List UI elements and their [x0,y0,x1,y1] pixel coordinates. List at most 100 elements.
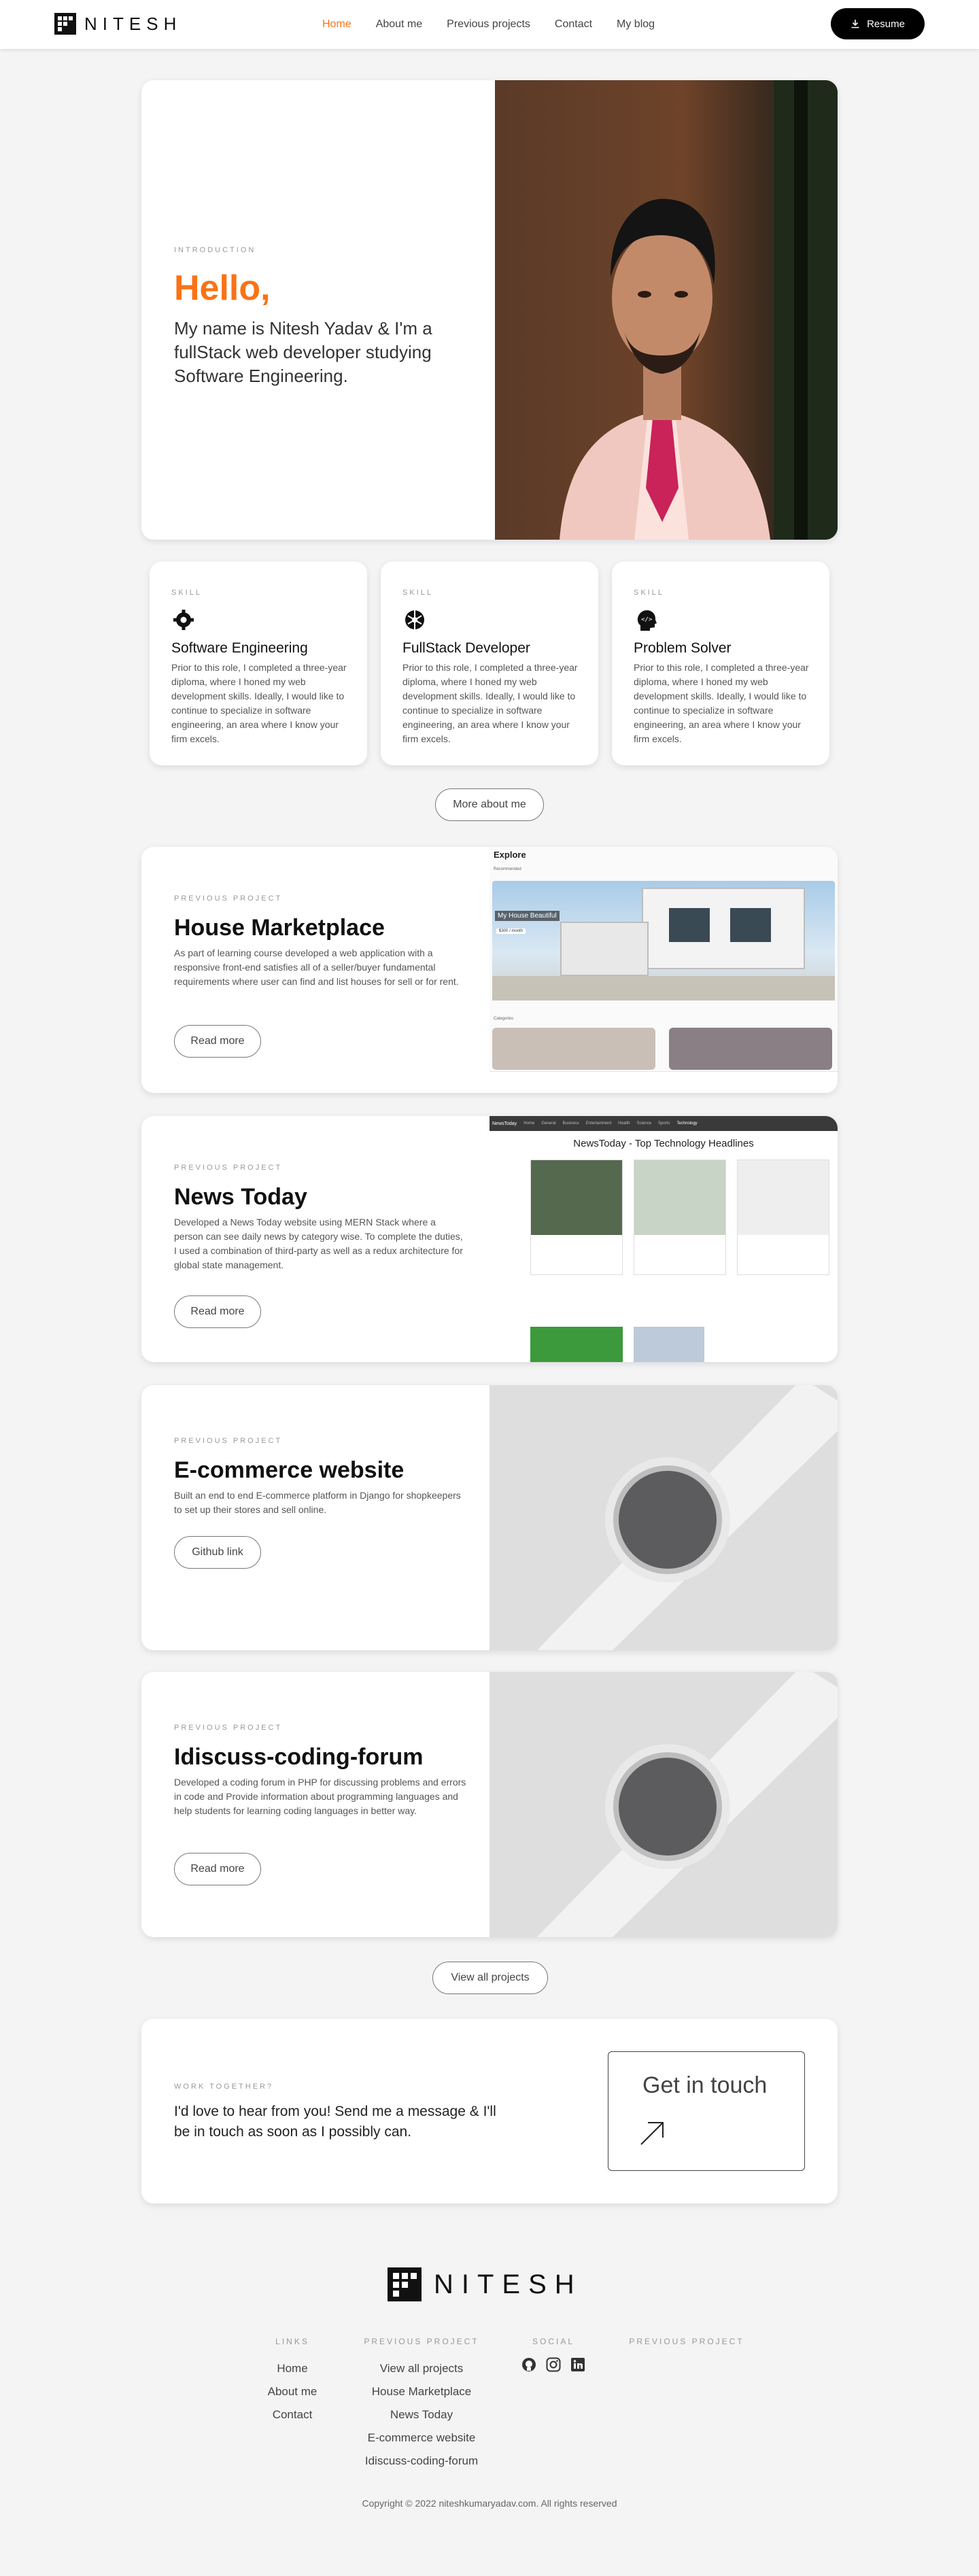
github-icon[interactable] [521,2357,536,2372]
project-read-more-button[interactable]: Read more [174,1295,261,1328]
download-icon [851,20,859,29]
news-card-1 [530,1160,623,1275]
shot-menu-item: Business [562,1121,579,1126]
nav-link-blog[interactable]: My blog [617,18,655,31]
skill-eyebrow: SKILL [402,589,433,597]
footer-link-news-today[interactable]: News Today [354,2403,490,2426]
head-code-icon: </> [637,610,657,631]
house-image [492,881,835,1000]
skill-title: Software Engineering [171,640,308,656]
project-github-link-button[interactable]: Github link [174,1536,261,1569]
footer-links-column: LINKS Home About me Contact [258,2337,326,2426]
house-marketplace-screenshot: Explore Recommended My House Beautiful $… [490,847,838,1093]
news-card-4 [530,1327,623,1362]
network-icon [405,610,424,629]
watch-illustration [536,1385,838,1650]
project-card-house-marketplace: PREVIOUS PROJECT House Marketplace As pa… [141,847,838,1093]
news-today-screenshot: NewsToday Home General Business Entertai… [490,1116,838,1362]
project-text: Developed a News Today website using MER… [174,1217,463,1270]
news-card-2 [634,1160,726,1275]
shot-menu-item: General [541,1121,556,1126]
shot-tag: My House Beautiful [495,911,560,921]
footer-extra-column: PREVIOUS PROJECT [625,2337,748,2357]
profile-photo [495,80,838,540]
instagram-icon[interactable] [546,2357,561,2372]
resume-label: Resume [867,18,905,30]
top-navbar: NITESH Home About me Previous projects C… [0,0,979,49]
footer-logo-text: NITESH [434,2269,583,2299]
linkedin-icon[interactable] [570,2357,585,2372]
footer-extra-heading: PREVIOUS PROJECT [629,2337,744,2346]
project-text: As part of learning course developed a w… [174,947,459,987]
skill-card-problem-solver: SKILL </> Problem Solver Prior to this r… [612,561,829,765]
news-card-5 [634,1327,704,1362]
project-card-news-today: PREVIOUS PROJECT News Today Developed a … [141,1116,838,1362]
copyright-text: Copyright © 2022 niteshkumaryadav.com. A… [362,2498,617,2509]
shot-brand: NewsToday [492,1121,517,1126]
resume-button[interactable]: Resume [831,8,925,39]
nav-links: Home About me Previous projects Contact … [322,0,655,49]
project-eyebrow: PREVIOUS PROJECT [174,1164,283,1172]
footer-link-contact[interactable]: Contact [258,2403,326,2426]
project-card-idiscuss: PREVIOUS PROJECT Idiscuss-coding-forum D… [141,1672,838,1937]
intro-eyebrow: INTRODUCTION [174,246,256,254]
contact-card: WORK TOGETHER? I'd love to hear from you… [141,2019,838,2204]
project-title: E-commerce website [174,1457,405,1483]
footer-link-view-all[interactable]: View all projects [354,2357,490,2380]
footer-link-about[interactable]: About me [258,2380,326,2403]
gear-icon [173,610,194,630]
nav-link-about[interactable]: About me [376,18,422,31]
shot-heading: Explore [494,850,526,860]
shot-price: $300 / month [496,928,526,934]
arrow-up-right-icon [640,2122,664,2145]
logo-mark-icon [388,2267,422,2301]
project-eyebrow: PREVIOUS PROJECT [174,1724,283,1732]
project-read-more-button[interactable]: Read more [174,1025,261,1058]
logo-mark-icon [54,13,76,35]
project-text: Built an end to end E-commerce platform … [174,1490,461,1515]
get-in-touch-button[interactable]: Get in touch [608,2051,805,2171]
footer-logo[interactable]: NITESH [388,2267,583,2301]
footer-projects-heading: PREVIOUS PROJECT [364,2337,479,2346]
footer-link-house-marketplace[interactable]: House Marketplace [354,2380,490,2403]
skill-title: Problem Solver [634,640,732,656]
get-in-touch-label: Get in touch [642,2072,768,2098]
logo-text: NITESH [84,13,182,34]
skill-text: Prior to this role, I completed a three-… [402,662,578,744]
site-logo[interactable]: NITESH [54,12,182,35]
nav-link-contact[interactable]: Contact [555,18,592,31]
shot-menu-item: Entertainment [585,1121,612,1126]
news-card-3 [737,1160,829,1275]
project-eyebrow: PREVIOUS PROJECT [174,894,283,903]
footer-link-home[interactable]: Home [258,2357,326,2380]
watch-image [490,1672,838,1937]
project-card-ecommerce: PREVIOUS PROJECT E-commerce website Buil… [141,1385,838,1650]
shot-menu-item: Science [636,1121,651,1126]
watch-image [490,1385,838,1650]
footer-link-ecommerce[interactable]: E-commerce website [354,2426,490,2450]
intro-greeting: Hello, [174,268,271,308]
shot-navbar: NewsToday Home General Business Entertai… [490,1116,838,1131]
shot-menu-item: Home [523,1121,535,1126]
watch-illustration [536,1672,838,1937]
nav-link-projects[interactable]: Previous projects [447,18,530,31]
project-title: Idiscuss-coding-forum [174,1744,424,1770]
portrait-illustration [560,80,838,540]
nav-link-home[interactable]: Home [322,18,351,31]
shot-menu-item: Sports [657,1121,670,1126]
project-read-more-button[interactable]: Read more [174,1853,261,1885]
footer-link-idiscuss[interactable]: Idiscuss-coding-forum [354,2450,490,2473]
more-about-me-button[interactable]: More about me [435,788,544,821]
project-eyebrow: PREVIOUS PROJECT [174,1437,283,1445]
skill-text: Prior to this role, I completed a three-… [171,662,347,744]
skill-card-fullstack: SKILL FullStack Developer Prior to this … [381,561,598,765]
project-text: Developed a coding forum in PHP for disc… [174,1777,466,1816]
intro-text: My name is Nitesh Yadav & I'm a fullStac… [174,318,432,386]
footer-social-column: SOCIAL [513,2337,594,2372]
footer-projects-column: PREVIOUS PROJECT View all projects House… [354,2337,490,2473]
svg-text:</>: </> [641,616,653,623]
view-all-projects-button[interactable]: View all projects [432,1962,548,1994]
category-image-2 [669,1028,832,1070]
shot-sub2: Categories [494,1017,514,1021]
skill-eyebrow: SKILL [634,589,664,597]
